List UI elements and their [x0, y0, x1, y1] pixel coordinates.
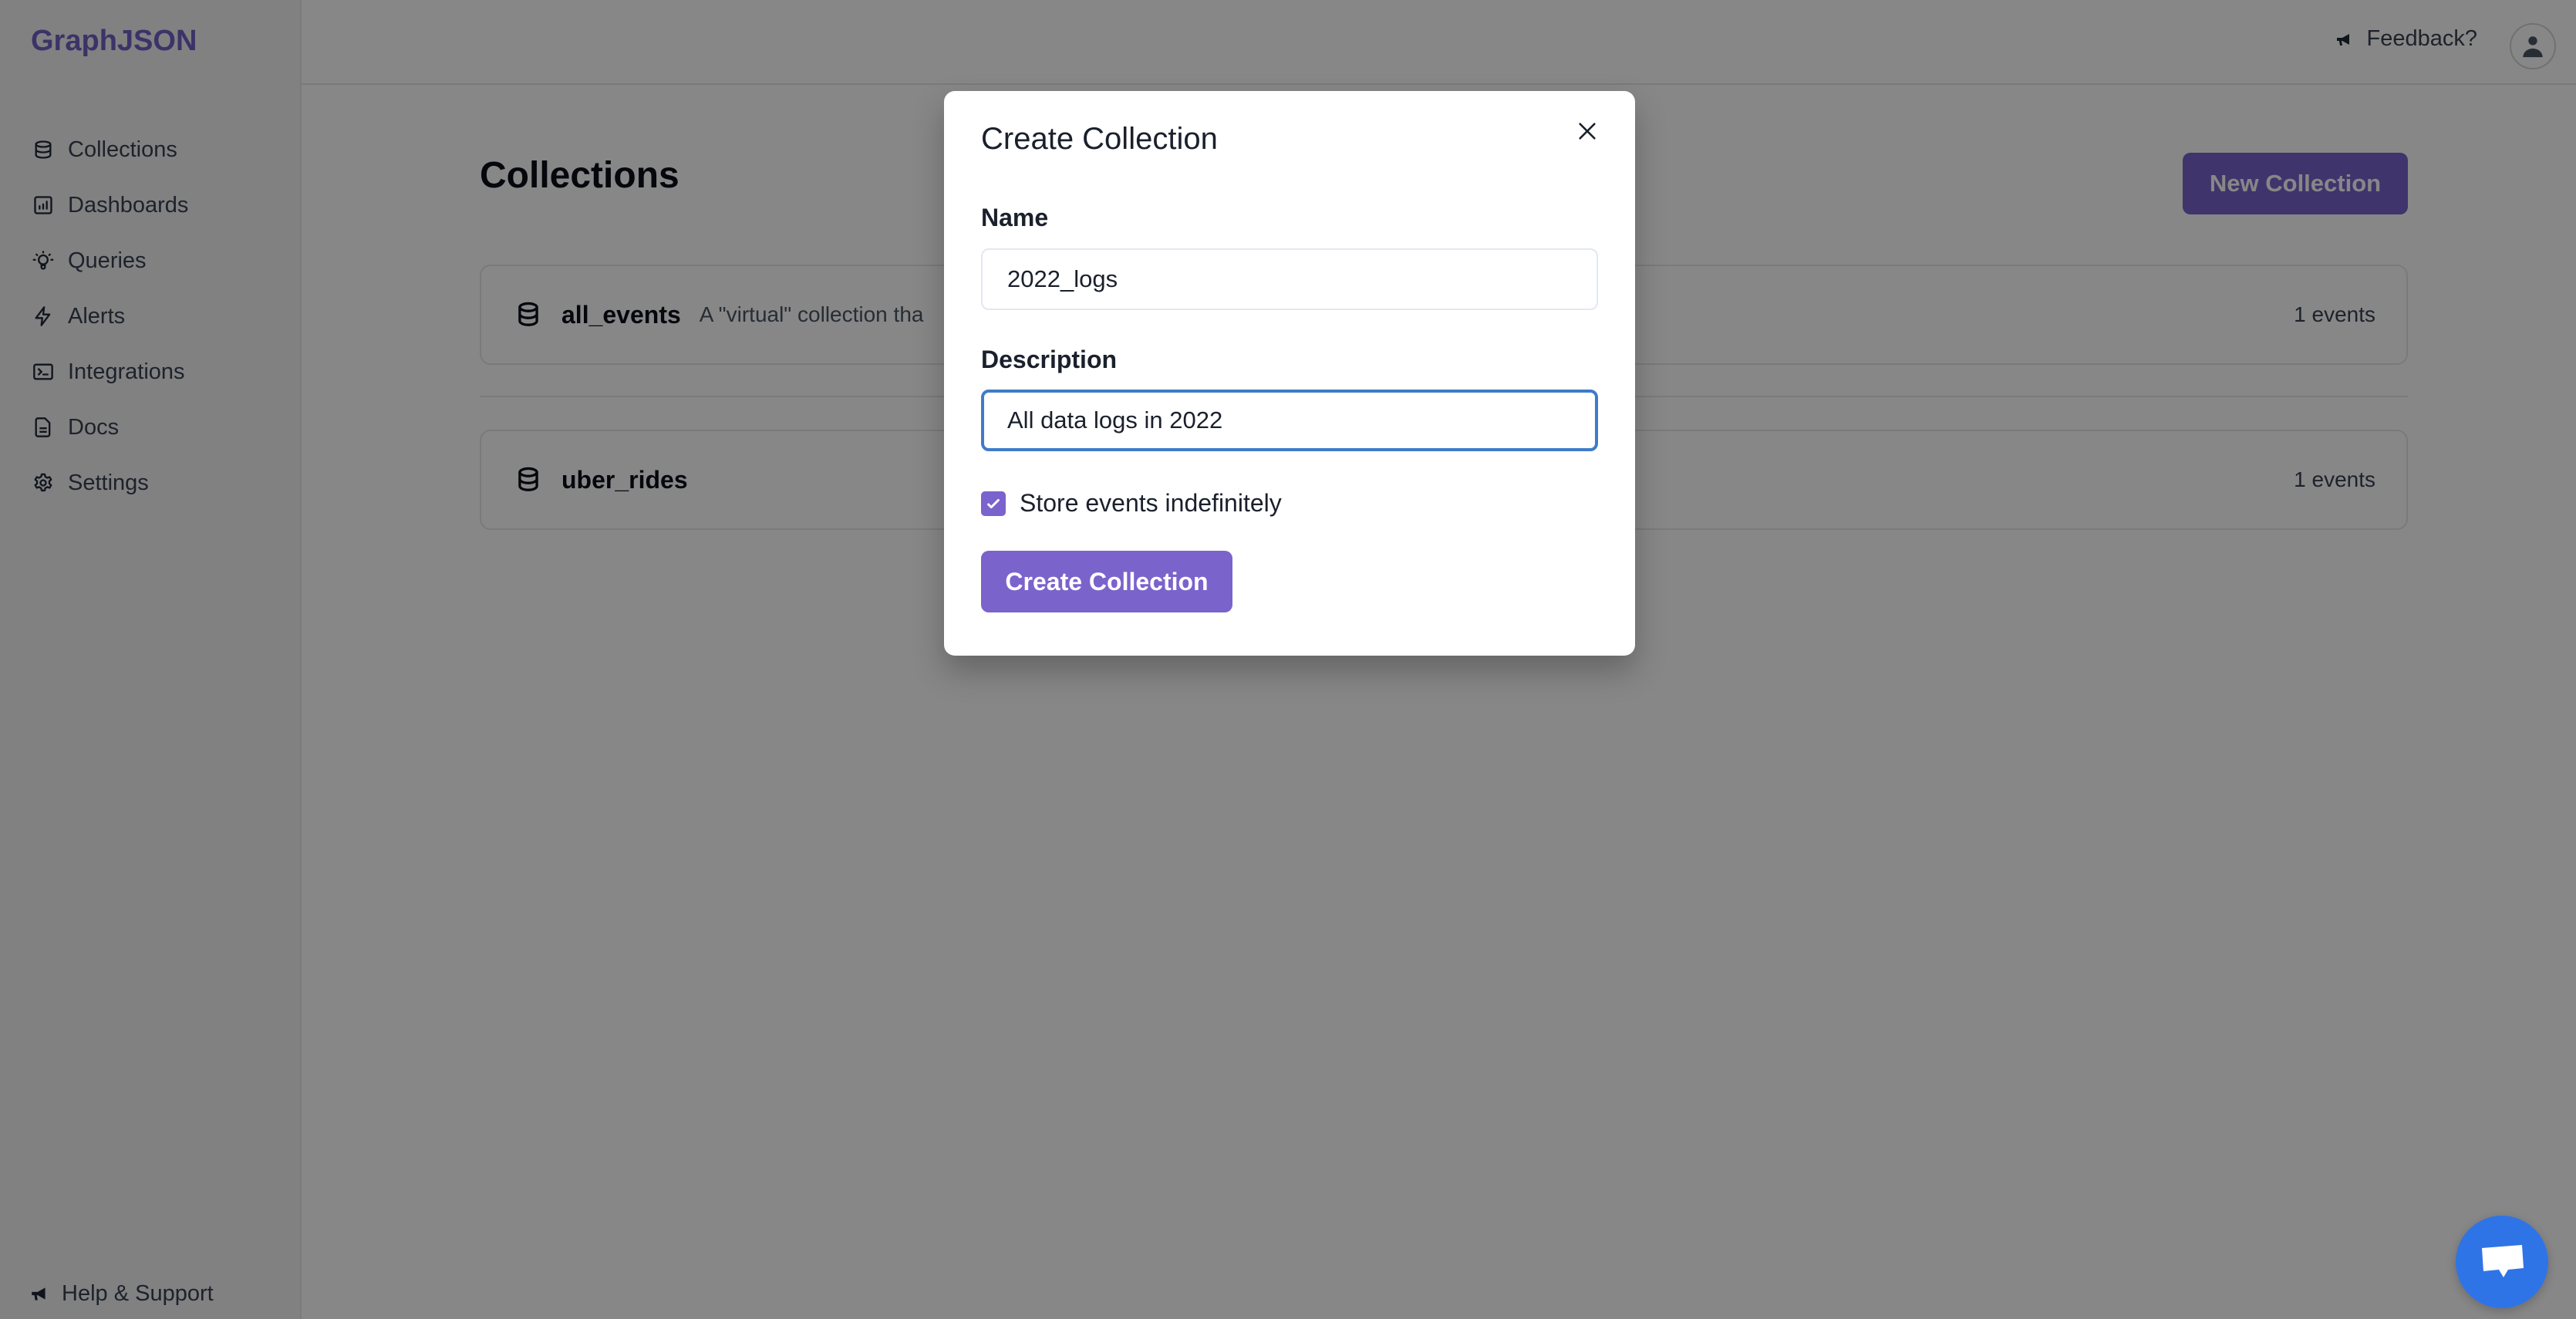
- store-indefinitely-label: Store events indefinitely: [1020, 489, 1282, 517]
- chat-widget-button[interactable]: [2456, 1216, 2548, 1308]
- checkmark-icon: [987, 498, 1000, 508]
- close-icon: [1579, 123, 1596, 140]
- name-input[interactable]: [981, 248, 1598, 310]
- description-label: Description: [981, 346, 1118, 373]
- description-input[interactable]: [981, 390, 1598, 451]
- close-modal-button[interactable]: [1569, 113, 1606, 150]
- create-collection-modal: Create Collection Name Description Store…: [944, 91, 1635, 656]
- name-label: Name: [981, 204, 1049, 231]
- create-collection-button[interactable]: Create Collection: [981, 551, 1232, 612]
- store-indefinitely-checkbox[interactable]: [981, 491, 1006, 516]
- store-indefinitely-option[interactable]: Store events indefinitely: [981, 489, 1282, 518]
- chat-bubble-icon: [2482, 1245, 2524, 1277]
- modal-title: Create Collection: [981, 122, 1218, 156]
